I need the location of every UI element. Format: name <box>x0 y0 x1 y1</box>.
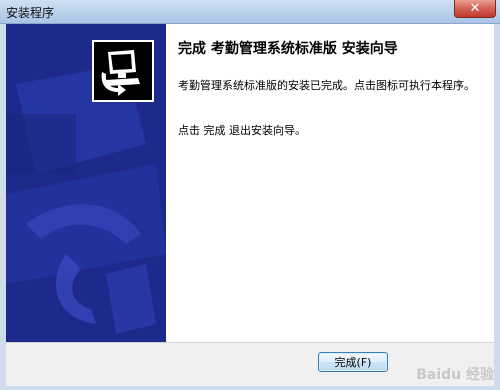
exit-instruction: 点击 完成 退出安装向导。 <box>178 124 306 137</box>
title-bar: 安装程序 ✕ <box>0 0 500 24</box>
wizard-body: 完成 考勤管理系统标准版 安装向导 考勤管理系统标准版的安装已完成。点击图标可执… <box>6 24 494 342</box>
close-button[interactable]: ✕ <box>454 0 496 18</box>
close-icon: ✕ <box>469 1 481 16</box>
wizard-banner <box>6 24 166 342</box>
finish-button[interactable]: 完成(F) <box>318 352 388 372</box>
completion-description: 考勤管理系统标准版的安装已完成。点击图标可执行本程序。 <box>178 79 475 92</box>
watermark: Baidu 经验 <box>416 367 494 383</box>
installer-logo-icon <box>92 40 154 102</box>
wizard-heading: 完成 考勤管理系统标准版 安装向导 <box>178 41 398 57</box>
window-title: 安装程序 <box>6 6 55 20</box>
